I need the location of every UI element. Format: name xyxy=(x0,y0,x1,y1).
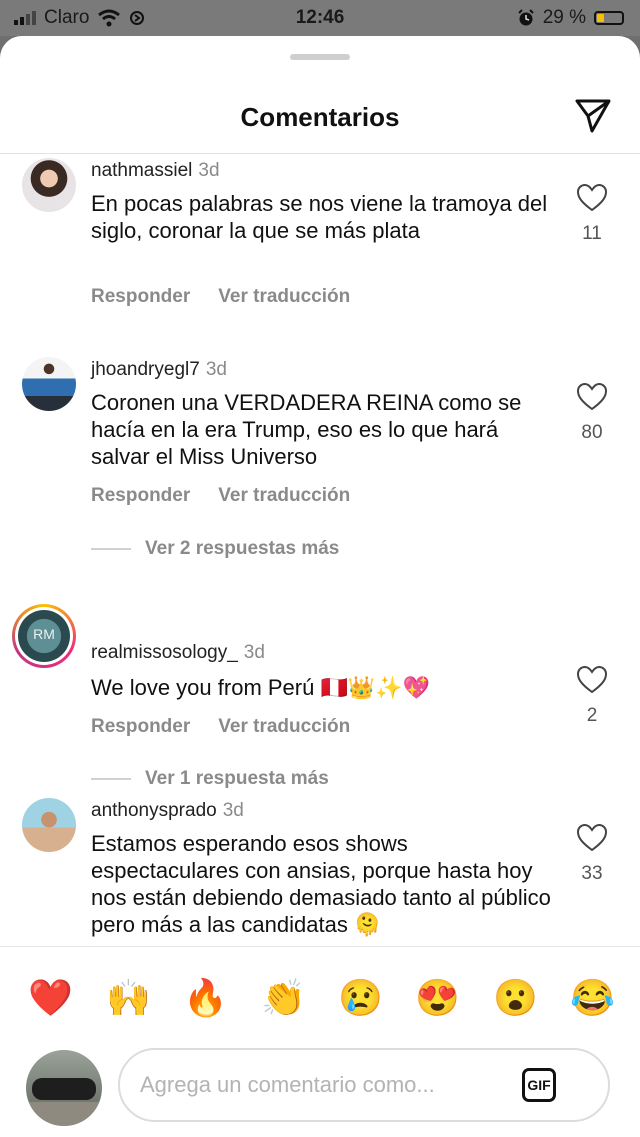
like-count: 80 xyxy=(581,422,603,443)
comment-input-placeholder: Agrega un comentario como... xyxy=(140,1072,435,1097)
comments-sheet: Comentarios nathmassiel 3d En pocas palab… xyxy=(0,36,640,1137)
comment-time: 3d xyxy=(222,800,244,821)
like-control[interactable]: 2 xyxy=(573,665,611,727)
comment-username-row: realmissosology_ 3d xyxy=(91,642,265,664)
alarm-icon xyxy=(517,9,534,26)
like-control[interactable]: 80 xyxy=(573,382,611,444)
emoji-raised-hands[interactable]: 🙌 xyxy=(106,976,151,1020)
comment-actions: Responder Ver traducción xyxy=(91,286,350,308)
header-divider xyxy=(0,153,640,154)
comment-username-row: jhoandryegl7 3d xyxy=(91,359,227,381)
like-count: 33 xyxy=(581,863,603,884)
avatar[interactable]: RM xyxy=(12,604,76,668)
comment-username[interactable]: jhoandryegl7 xyxy=(91,359,200,380)
emoji-laughing[interactable]: 😂 xyxy=(570,976,615,1020)
emoji-heart-eyes[interactable]: 😍 xyxy=(415,976,460,1020)
comment-actions: Responder Ver traducción xyxy=(91,485,350,507)
replies-divider xyxy=(91,778,131,780)
emoji-cry[interactable]: 😢 xyxy=(338,976,383,1020)
replies-divider xyxy=(91,548,131,550)
view-replies-button[interactable]: Ver 2 respuestas más xyxy=(91,538,339,560)
reply-button[interactable]: Responder xyxy=(91,716,190,737)
like-count: 11 xyxy=(582,223,602,244)
reply-button[interactable]: Responder xyxy=(91,286,190,307)
page-title: Comentarios xyxy=(240,102,400,132)
comment-username[interactable]: realmissosology_ xyxy=(91,642,238,663)
gif-button[interactable]: GIF xyxy=(522,1068,556,1102)
like-count: 2 xyxy=(586,705,598,726)
comment-username-row: anthonysprado 3d xyxy=(91,800,244,822)
comment-time: 3d xyxy=(198,160,220,181)
emoji-clap[interactable]: 👏 xyxy=(261,976,306,1020)
avatar[interactable] xyxy=(22,158,76,212)
view-replies-label[interactable]: Ver 1 respuesta más xyxy=(145,768,329,790)
translate-button[interactable]: Ver traducción xyxy=(218,286,350,307)
view-replies-button[interactable]: Ver 1 respuesta más xyxy=(91,768,329,790)
emoji-fire[interactable]: 🔥 xyxy=(183,976,228,1020)
like-control[interactable]: 33 xyxy=(573,823,611,885)
reply-button[interactable]: Responder xyxy=(91,485,190,506)
drag-handle[interactable] xyxy=(290,54,350,60)
comment-username[interactable]: nathmassiel xyxy=(91,160,192,181)
emoji-surprised[interactable]: 😮 xyxy=(493,976,538,1020)
avatar[interactable] xyxy=(22,357,76,411)
comment-composer: Agrega un comentario como... GIF xyxy=(0,1046,640,1136)
status-right: 29 % xyxy=(517,7,624,29)
translate-button[interactable]: Ver traducción xyxy=(218,485,350,506)
battery-percent: 29 % xyxy=(542,7,586,28)
emoji-heart[interactable]: ❤️ xyxy=(28,976,73,1020)
comment-text: Estamos esperando esos shows espectacula… xyxy=(91,831,551,937)
comment-username-row: nathmassiel 3d xyxy=(91,160,220,182)
heart-icon[interactable] xyxy=(576,382,608,411)
comment-actions: Responder Ver traducción xyxy=(91,716,350,738)
avatar-monogram: RM xyxy=(33,626,55,642)
heart-icon[interactable] xyxy=(576,823,608,852)
comment-username[interactable]: anthonysprado xyxy=(91,800,217,821)
comment-input[interactable]: Agrega un comentario como... GIF xyxy=(118,1048,610,1122)
composer-divider xyxy=(0,946,640,947)
status-bar: Claro 12:46 29 % xyxy=(0,0,640,36)
comment-text: We love you from Perú 🇵🇪👑✨💖 xyxy=(91,675,431,700)
current-user-avatar xyxy=(26,1050,102,1126)
view-replies-label[interactable]: Ver 2 respuestas más xyxy=(145,538,339,560)
battery-icon xyxy=(594,11,624,25)
comment-text: En pocas palabras se nos viene la tramoy… xyxy=(91,191,548,243)
like-control[interactable]: 11 xyxy=(573,183,611,245)
translate-button[interactable]: Ver traducción xyxy=(218,716,350,737)
comment-text: Coronen una VERDADERA REINA como se hací… xyxy=(91,390,522,469)
avatar[interactable] xyxy=(22,798,76,852)
heart-icon[interactable] xyxy=(576,183,608,212)
comment-time: 3d xyxy=(243,642,265,663)
send-icon[interactable] xyxy=(574,98,612,134)
comment-time: 3d xyxy=(205,359,227,380)
heart-icon[interactable] xyxy=(576,665,608,694)
